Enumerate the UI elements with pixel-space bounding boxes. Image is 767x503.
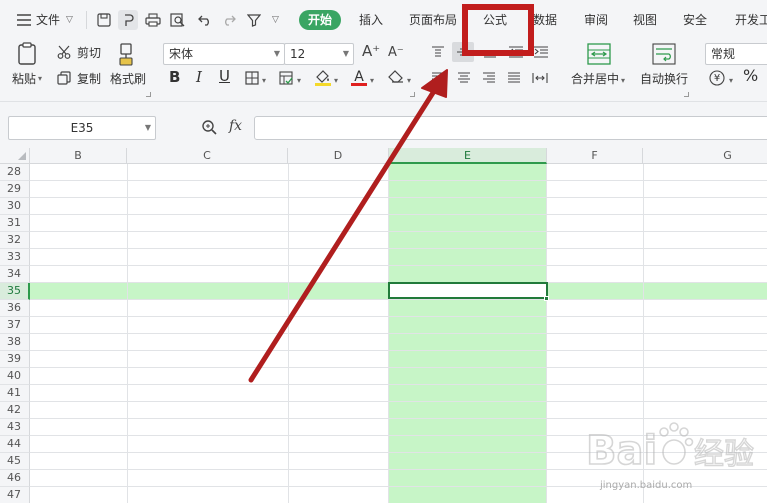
watermark-url: jingyan.baidu.com <box>600 480 693 491</box>
svg-text:经验: 经验 <box>694 437 754 472</box>
svg-text:Bai: Bai <box>586 428 657 474</box>
